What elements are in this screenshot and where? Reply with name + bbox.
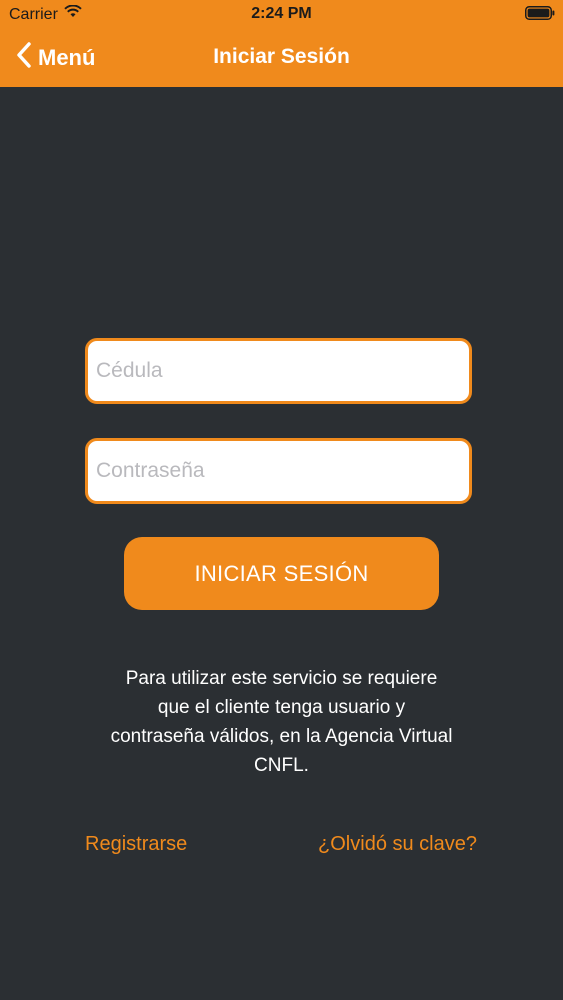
clock: 2:24 PM bbox=[251, 5, 312, 22]
top-bar: Carrier 2:24 PM Menú Iniciar Sesión bbox=[0, 0, 563, 87]
page-title: Iniciar Sesión bbox=[213, 45, 350, 68]
info-text: Para utilizar este servicio se requiere … bbox=[110, 668, 453, 776]
cedula-field-container bbox=[85, 338, 472, 404]
password-field-container bbox=[85, 438, 472, 504]
register-link[interactable]: Registrarse bbox=[85, 833, 187, 856]
navigation-bar: Menú Iniciar Sesión bbox=[0, 34, 563, 82]
battery-icon bbox=[525, 6, 555, 20]
forgot-password-link[interactable]: ¿Olvidó su clave? bbox=[318, 833, 477, 856]
cedula-input[interactable] bbox=[88, 341, 469, 401]
password-input[interactable] bbox=[88, 441, 469, 501]
login-button[interactable]: INICIAR SESIÓN bbox=[124, 537, 439, 610]
status-bar: Carrier 2:24 PM bbox=[0, 0, 563, 30]
